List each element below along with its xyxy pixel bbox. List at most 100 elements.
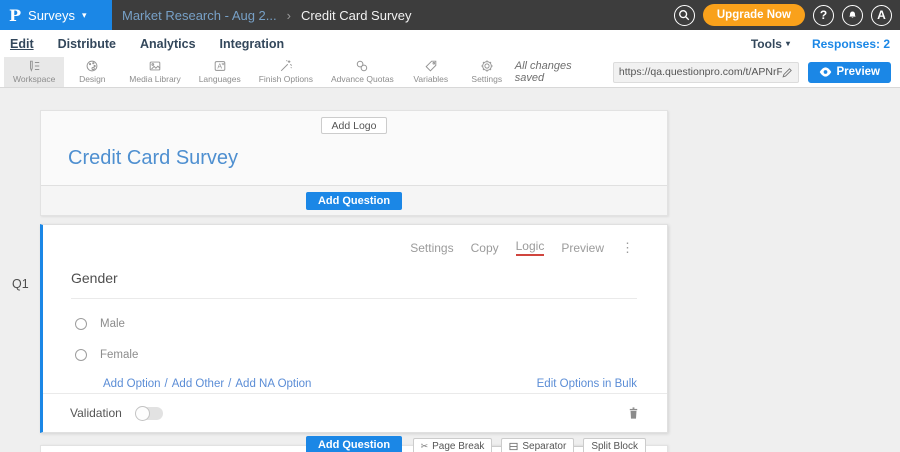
translate-icon: A [213, 59, 227, 73]
insert-actions: ✂ Page Break Separator Split Block [413, 438, 646, 452]
chevron-right-icon: › [287, 8, 291, 23]
split-block-label: Split Block [591, 441, 638, 452]
toolbar-item-label: Settings [471, 74, 502, 84]
tab-integration[interactable]: Integration [220, 37, 285, 51]
add-na-option-link[interactable]: Add NA Option [235, 378, 311, 390]
question-footer: Validation [43, 393, 667, 432]
questionpro-logo: P [9, 6, 21, 25]
tag-icon [424, 59, 438, 73]
question-menu: Settings Copy Logic Preview ⋮ [410, 239, 634, 256]
edit-pencil-icon[interactable] [782, 67, 793, 78]
survey-nav: Edit Distribute Analytics Integration To… [0, 30, 900, 57]
question-copy-link[interactable]: Copy [471, 241, 499, 255]
survey-editor-canvas: Q1 Add Logo Credit Card Survey Add Quest… [0, 110, 900, 452]
svg-text:A: A [217, 63, 222, 70]
tab-edit[interactable]: Edit [10, 37, 34, 51]
option-label[interactable]: Male [100, 318, 125, 330]
eye-icon [819, 67, 832, 77]
caret-down-icon: ▾ [786, 39, 790, 48]
title-row: Credit Card Survey [41, 139, 667, 186]
add-logo-button[interactable]: Add Logo [321, 117, 388, 134]
add-question-button-top[interactable]: Add Question [306, 192, 402, 210]
separator-icon [509, 442, 518, 451]
toolbar-item-label: Variables [413, 74, 448, 84]
toolbar-item-label: Workspace [13, 74, 55, 84]
toolbar-item-finish-options[interactable]: Finish Options [250, 57, 322, 87]
surveys-product-menu[interactable]: P Surveys ▾ [0, 0, 112, 30]
add-question-button-bottom[interactable]: Add Question [306, 436, 402, 452]
nav-right: Tools ▾ Responses: 2 [751, 37, 890, 51]
toolbar-item-media-library[interactable]: Media Library [120, 57, 189, 87]
toolbar-item-design[interactable]: Design [64, 57, 120, 87]
preview-button[interactable]: Preview [808, 62, 891, 83]
kebab-menu-icon[interactable]: ⋮ [621, 241, 634, 254]
survey-url-input[interactable] [619, 66, 782, 78]
delete-question-button[interactable] [627, 406, 640, 420]
question-settings-link[interactable]: Settings [410, 241, 453, 255]
logo-row: Add Logo [41, 111, 667, 139]
toolbar-item-label: Advance Quotas [331, 74, 394, 84]
tab-distribute[interactable]: Distribute [58, 37, 116, 51]
toolbar-item-languages[interactable]: A Languages [190, 57, 250, 87]
page-break-icon: ✂ [421, 442, 429, 451]
insert-section: Add Question ✂ Page Break Separator Spli… [40, 445, 668, 452]
tab-analytics[interactable]: Analytics [140, 37, 196, 51]
magic-wand-icon [279, 59, 293, 73]
help-button[interactable]: ? [813, 5, 834, 26]
edit-options-in-bulk-link[interactable]: Edit Options in Bulk [537, 378, 637, 390]
palette-icon [85, 59, 99, 73]
connector-line [574, 446, 583, 447]
toolbar-item-settings[interactable]: Settings [459, 57, 515, 87]
editor-toolbar: Workspace Design Media Library A Languag… [0, 57, 900, 88]
workspace-icon [27, 59, 41, 73]
page-break-button[interactable]: ✂ Page Break [413, 438, 493, 452]
question-card: Settings Copy Logic Preview ⋮ Gender Mal… [40, 224, 668, 433]
notifications-button[interactable] [842, 5, 863, 26]
question-text[interactable]: Gender [71, 270, 637, 299]
breadcrumb-current-survey: Credit Card Survey [301, 8, 412, 23]
upgrade-now-button[interactable]: Upgrade Now [703, 4, 805, 26]
answer-option-row: Female [75, 349, 667, 361]
image-icon [148, 59, 162, 73]
responses-link[interactable]: Responses: 2 [812, 37, 890, 51]
caret-down-icon: ▾ [82, 10, 87, 21]
search-button[interactable] [674, 5, 695, 26]
survey-header-card: Add Logo Credit Card Survey Add Question [40, 110, 668, 216]
option-label[interactable]: Female [100, 349, 138, 361]
add-other-link[interactable]: Add Other [172, 378, 224, 390]
validation-toggle[interactable] [136, 407, 163, 420]
add-option-link[interactable]: Add Option [103, 378, 161, 390]
separator-label: Separator [522, 441, 566, 452]
toolbar-item-workspace[interactable]: Workspace [4, 57, 64, 87]
surveys-menu-label: Surveys [28, 8, 75, 23]
toolbar-item-variables[interactable]: Variables [403, 57, 459, 87]
connector-line [492, 446, 501, 447]
breadcrumb: Market Research - Aug 2... › Credit Card… [122, 8, 412, 23]
validation-label: Validation [70, 406, 122, 420]
toggle-knob [135, 406, 150, 421]
question-logic-link[interactable]: Logic [516, 239, 545, 256]
option-actions-row: Add Option / Add Other / Add NA Option E… [103, 378, 637, 390]
toolbar-item-advance-quotas[interactable]: Advance Quotas [322, 57, 403, 87]
quota-links-icon [355, 59, 369, 73]
slash-separator: / [228, 378, 231, 390]
question-mark-icon: ? [820, 8, 827, 22]
bell-icon [847, 10, 858, 21]
radio-button[interactable] [75, 349, 87, 361]
header-actions: Upgrade Now ? A [674, 4, 900, 26]
survey-title[interactable]: Credit Card Survey [68, 147, 640, 170]
account-avatar-button[interactable]: A [871, 5, 892, 26]
trash-icon [627, 406, 640, 420]
preview-label: Preview [837, 66, 880, 78]
radio-button[interactable] [75, 318, 87, 330]
toolbar-right: All changes saved Preview [515, 57, 900, 87]
separator-button[interactable]: Separator [501, 438, 574, 452]
avatar: A [877, 8, 886, 22]
toolbar-item-label: Media Library [129, 74, 181, 84]
toolbar-item-label: Finish Options [259, 74, 313, 84]
question-preview-link[interactable]: Preview [561, 241, 604, 255]
split-block-button[interactable]: Split Block [583, 438, 646, 452]
breadcrumb-folder-link[interactable]: Market Research - Aug 2... [122, 8, 277, 23]
tools-dropdown[interactable]: Tools ▾ [751, 37, 790, 51]
answer-option-row: Male [75, 318, 667, 330]
